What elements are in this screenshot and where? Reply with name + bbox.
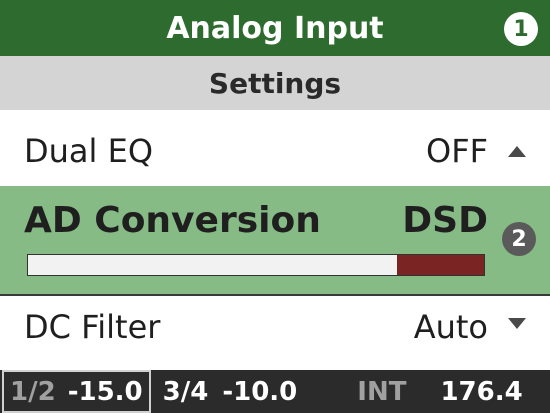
menu-item-ad-conversion[interactable]: AD Conversion DSD 2 [0, 186, 550, 294]
channel-3-4-segment[interactable]: 3/4 -10.0 [163, 370, 298, 413]
dc-filter-value: Auto [413, 308, 488, 346]
ad-conversion-label: AD Conversion [24, 200, 321, 241]
status-bar: 1/2 -15.0 3/4 -10.0 INT 176.4 [0, 370, 550, 413]
ad-conversion-value: DSD [402, 200, 488, 241]
sample-rate: 176.4 [440, 376, 523, 407]
dual-eq-value: OFF [426, 132, 488, 170]
channel-3-4-level: -10.0 [222, 376, 298, 407]
callout-badge-1: 1 [504, 12, 538, 46]
section-title: Settings [0, 56, 550, 110]
channel-1-2-label: 1/2 [10, 376, 56, 407]
level-meter [27, 254, 485, 276]
dc-filter-label: DC Filter [24, 308, 161, 346]
up-arrow-icon[interactable] [508, 146, 526, 157]
device-screen: Analog Input 1 Settings Dual EQ OFF AD C… [0, 0, 550, 413]
screen-header: Analog Input 1 [0, 0, 550, 56]
clock-source: INT [357, 376, 407, 407]
channel-1-2-segment[interactable]: 1/2 -15.0 [2, 370, 151, 413]
page-title: Analog Input [166, 10, 384, 46]
down-arrow-icon[interactable] [508, 318, 526, 329]
channel-1-2-level: -15.0 [67, 376, 143, 407]
channel-3-4-label: 3/4 [162, 376, 209, 407]
level-meter-fill [397, 255, 484, 275]
menu-item-dual-eq[interactable]: Dual EQ OFF [0, 120, 550, 182]
dual-eq-label: Dual EQ [24, 132, 153, 170]
menu-item-dc-filter[interactable]: DC Filter Auto [0, 296, 550, 358]
callout-badge-2: 2 [502, 222, 536, 256]
